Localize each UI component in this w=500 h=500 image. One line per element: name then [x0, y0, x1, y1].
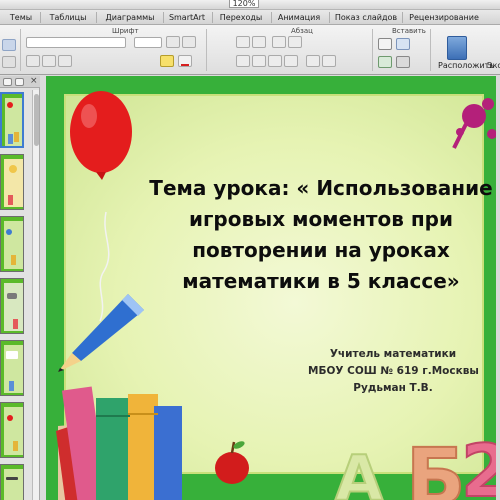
- outdent-icon[interactable]: [288, 36, 302, 48]
- group-divider: [206, 29, 207, 71]
- tab-divider: [40, 12, 41, 23]
- tab-smartart[interactable]: SmartArt: [166, 12, 208, 23]
- columns-icon[interactable]: [306, 55, 320, 67]
- apple-icon: [215, 441, 249, 484]
- indent-icon[interactable]: [272, 36, 286, 48]
- paste-icon[interactable]: [2, 39, 16, 51]
- tab-animation[interactable]: Анимация: [274, 12, 324, 23]
- tab-divider: [402, 12, 403, 23]
- group-divider: [20, 29, 21, 71]
- align-center-icon[interactable]: [252, 55, 266, 67]
- quick-toolbar: 120%: [0, 0, 500, 10]
- slides-view-icon[interactable]: [3, 78, 12, 86]
- shrink-font-icon[interactable]: [182, 36, 196, 48]
- zoom-field[interactable]: 120%: [229, 0, 259, 8]
- title-line: повторении на уроках: [192, 238, 450, 262]
- insert-group-label: Вставить: [392, 27, 426, 35]
- arrange-icon[interactable]: [447, 36, 467, 60]
- slide-thumbnail[interactable]: [0, 216, 24, 272]
- text-box-icon[interactable]: [378, 38, 392, 50]
- scrollbar-thumb[interactable]: [34, 94, 39, 146]
- align-right-icon[interactable]: [268, 55, 282, 67]
- powerpoint-window: 120% Темы Таблицы Диаграммы SmartArt Пер…: [0, 0, 500, 500]
- tab-divider: [329, 12, 330, 23]
- ribbon-tab-bar: Темы Таблицы Диаграммы SmartArt Переходы…: [0, 10, 500, 25]
- close-icon[interactable]: ×: [30, 77, 38, 86]
- paragraph-group-label: Абзац: [291, 27, 313, 35]
- underline-icon[interactable]: [58, 55, 72, 67]
- font-color-icon[interactable]: [178, 55, 192, 67]
- numbering-icon[interactable]: [252, 36, 266, 48]
- books-icon: [56, 386, 182, 500]
- slide-thumbnail[interactable]: [0, 92, 24, 148]
- paint-splash-icon: [452, 98, 497, 149]
- title-line: игровых моментов при: [188, 207, 454, 231]
- shape-icon[interactable]: [396, 38, 410, 50]
- slide-author-block[interactable]: Учитель математики МБОУ СОШ № 619 г.Моск…: [308, 346, 479, 397]
- slide-thumbnail[interactable]: [0, 278, 24, 334]
- thumbnail-scrollbar[interactable]: [32, 90, 39, 500]
- outline-view-icon[interactable]: [15, 78, 24, 86]
- tab-transitions[interactable]: Переходы: [216, 12, 266, 23]
- tab-slideshow[interactable]: Показ слайдов: [333, 12, 399, 23]
- bold-icon[interactable]: [26, 55, 40, 67]
- slide-thumbnail[interactable]: [0, 464, 24, 500]
- tab-divider: [96, 12, 97, 23]
- author-line: МБОУ СОШ № 619 г.Москвы: [308, 365, 479, 377]
- author-line: Учитель математики: [329, 348, 457, 360]
- font-group-label: Шрифт: [112, 27, 139, 35]
- ribbon-panel: Шрифт Абзац Вставить Расположить Экс: [0, 25, 500, 75]
- slide-title[interactable]: Тема урока: « Использование игровых моме…: [121, 173, 500, 297]
- slide-thumbnail[interactable]: [0, 340, 24, 396]
- font-size-select[interactable]: [134, 37, 162, 48]
- bullets-icon[interactable]: [236, 36, 250, 48]
- group-divider: [430, 29, 431, 71]
- slide-thumbnail-pane: ×: [0, 76, 40, 500]
- tab-themes[interactable]: Темы: [2, 12, 40, 23]
- slide-thumbnail[interactable]: [0, 402, 24, 458]
- italic-icon[interactable]: [42, 55, 56, 67]
- slide-thumbnail[interactable]: [0, 154, 24, 210]
- title-line: Тема урока: « Использование: [149, 176, 493, 200]
- grow-font-icon[interactable]: [166, 36, 180, 48]
- digit-two: 2: [461, 429, 500, 500]
- slide-canvas[interactable]: А Б 2 Тема урока: « Использование игровы…: [46, 76, 500, 500]
- alphabet-blocks-icon: А Б 2: [334, 428, 500, 500]
- letter-b: Б: [406, 433, 465, 500]
- tab-charts[interactable]: Диаграммы: [100, 12, 160, 23]
- title-line: математики в 5 классе»: [182, 269, 460, 293]
- slide-scrollbar[interactable]: [496, 76, 500, 500]
- picture-icon[interactable]: [378, 56, 392, 68]
- pane-header: ×: [0, 76, 40, 88]
- arrange-button[interactable]: Расположить: [438, 61, 494, 70]
- tab-divider: [163, 12, 164, 23]
- pencil-icon: [58, 294, 144, 372]
- tab-divider: [271, 12, 272, 23]
- author-line: Рудьман Т.В.: [353, 382, 433, 394]
- cut-off-button[interactable]: Экс: [487, 61, 500, 70]
- tab-review[interactable]: Рецензирование: [405, 12, 483, 23]
- tab-tables[interactable]: Таблицы: [45, 12, 91, 23]
- tab-divider: [212, 12, 213, 23]
- align-left-icon[interactable]: [236, 55, 250, 67]
- text-direction-icon[interactable]: [322, 55, 336, 67]
- font-name-select[interactable]: [26, 37, 126, 48]
- group-divider: [372, 29, 373, 71]
- justify-icon[interactable]: [284, 55, 298, 67]
- object-icon[interactable]: [396, 56, 410, 68]
- highlight-icon[interactable]: [160, 55, 174, 67]
- letter-a: А: [335, 442, 383, 500]
- format-painter-icon[interactable]: [2, 56, 16, 68]
